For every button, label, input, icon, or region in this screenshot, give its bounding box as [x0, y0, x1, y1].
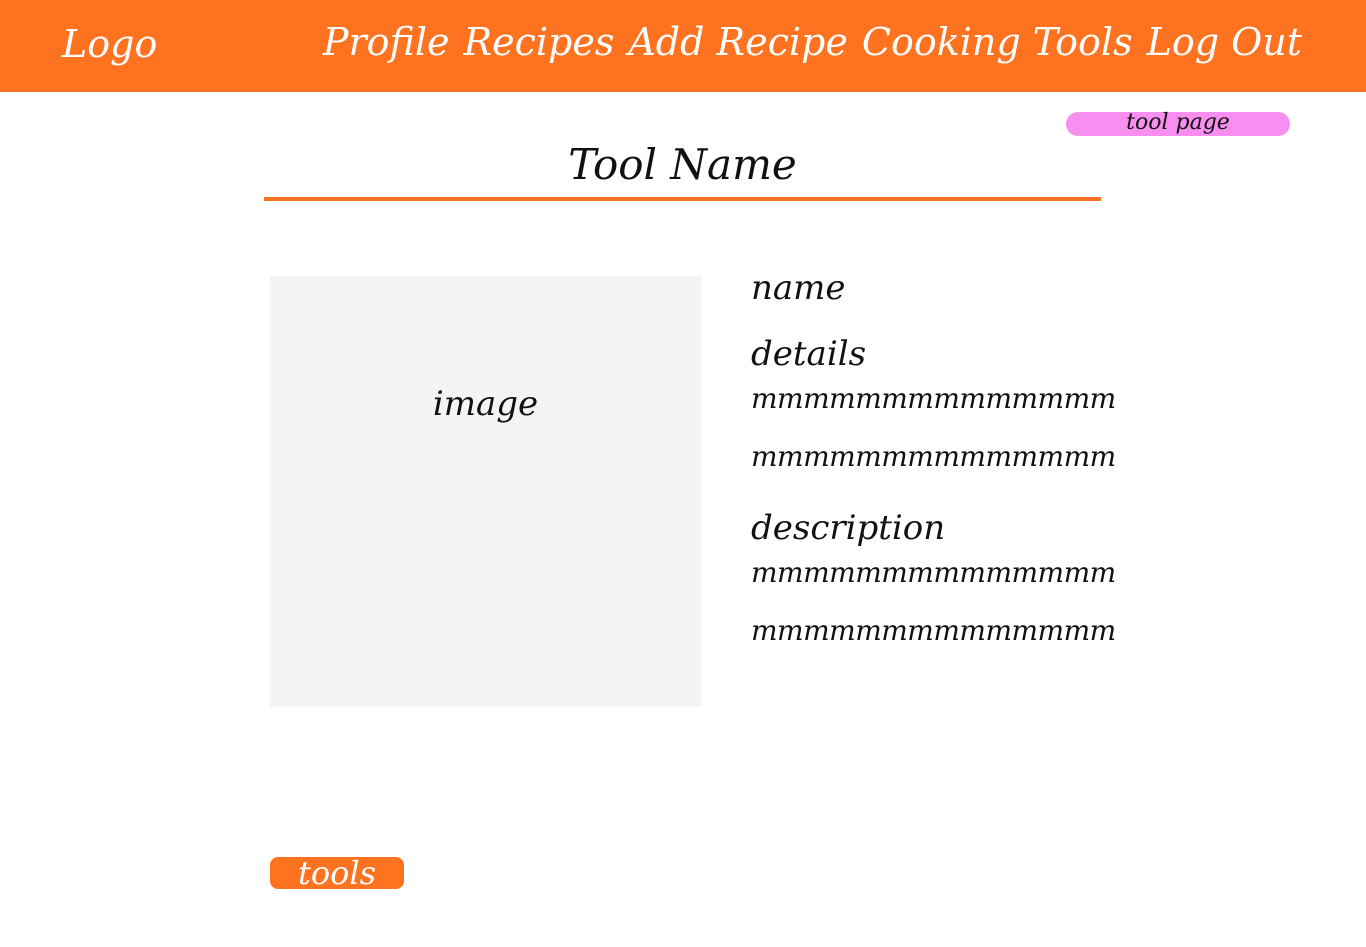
logo[interactable]: Logo	[62, 22, 157, 66]
nav-cooking-tools[interactable]: Cooking Tools	[862, 20, 1133, 64]
title-underline	[264, 197, 1101, 201]
main-nav: Profile Recipes Add Recipe Cooking Tools…	[323, 20, 1302, 64]
image-label: image	[432, 384, 539, 424]
page-tag: tool page	[1066, 112, 1290, 136]
details-line-1: mmmmmmmmmmmmmm	[751, 382, 1116, 415]
page-title: Tool Name	[568, 140, 797, 189]
name-label: name	[751, 268, 846, 308]
nav-add-recipe[interactable]: Add Recipe	[628, 20, 848, 64]
description-line-2: mmmmmmmmmmmmmm	[751, 614, 1116, 647]
description-line-1: mmmmmmmmmmmmmm	[751, 556, 1116, 589]
description-label: description	[751, 508, 946, 548]
tools-button[interactable]: tools	[270, 857, 404, 889]
top-nav-bar: Logo Profile Recipes Add Recipe Cooking …	[0, 0, 1366, 92]
details-label: details	[751, 334, 867, 374]
nav-profile[interactable]: Profile	[323, 20, 450, 64]
nav-log-out[interactable]: Log Out	[1147, 20, 1302, 64]
tool-image-placeholder: image	[270, 276, 701, 707]
nav-recipes[interactable]: Recipes	[463, 20, 614, 64]
details-line-2: mmmmmmmmmmmmmm	[751, 440, 1116, 473]
